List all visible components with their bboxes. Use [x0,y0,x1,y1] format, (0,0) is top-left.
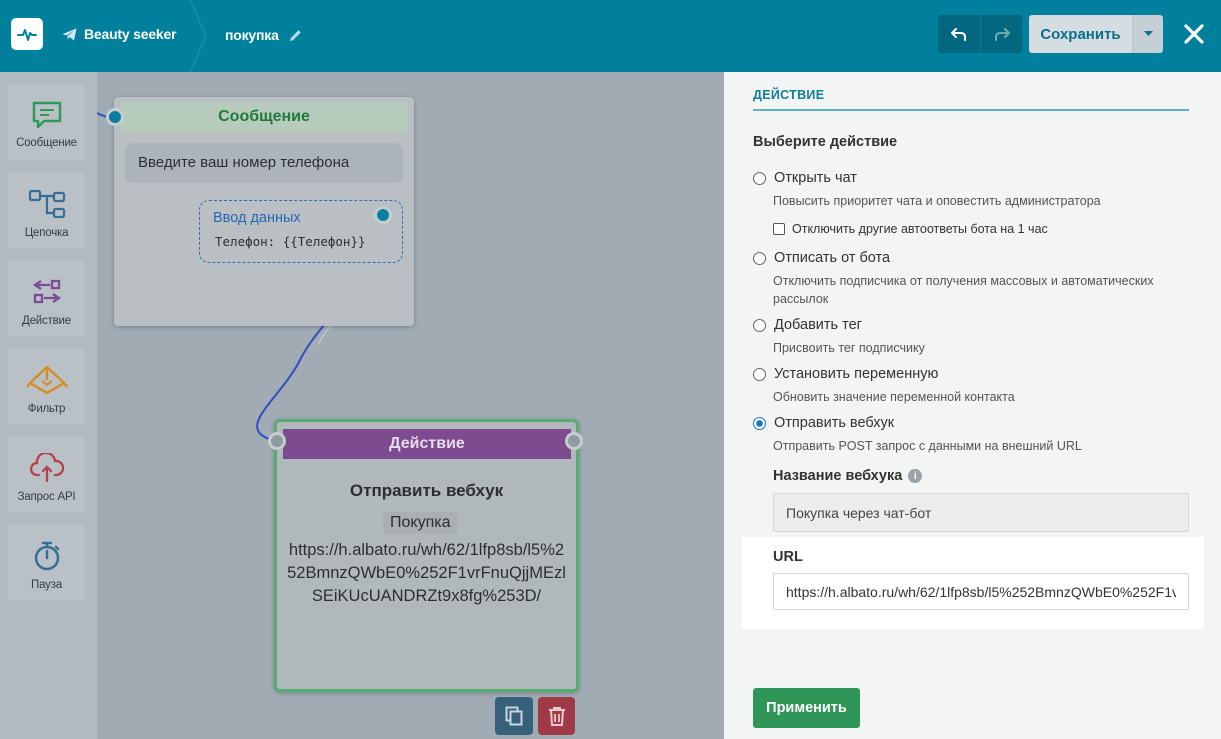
action-node-title: Действие [283,429,571,459]
action-node[interactable]: Действие Отправить вебхук Покупка https:… [274,419,579,692]
breadcrumb-flow[interactable]: покупка [225,27,302,43]
action-node-output-port[interactable] [565,432,583,450]
option-add-tag[interactable]: Добавить тег [753,317,862,333]
save-dropdown-button[interactable] [1132,15,1163,53]
action-node-action: Отправить вебхук [349,481,504,500]
checkbox-box[interactable] [773,223,785,235]
edit-pencil-icon[interactable] [289,29,302,42]
radio-add-tag[interactable] [753,318,766,332]
apply-button[interactable]: Применить [753,688,860,728]
option-label: Добавить тег [774,317,862,333]
option-send-webhook[interactable]: Отправить вебхук [753,415,894,431]
option-label: Установить переменную [774,366,939,382]
tool-label: Пауза [31,579,62,591]
chain-icon [28,189,65,219]
checkbox-label: Отключить другие автоответы бота на 1 ча… [792,222,1048,236]
bot-name: Beauty seeker [84,26,177,42]
copy-icon [505,706,523,726]
option-label: Отправить вебхук [774,415,895,431]
undo-icon [951,28,966,41]
radio-send-webhook[interactable] [753,416,766,430]
tool-label: Запрос API [17,491,76,503]
input-data-block[interactable]: Ввод данных Телефон: {{Телефон}} [199,200,403,263]
option-label: Открыть чат [774,170,857,186]
close-icon[interactable] [1182,22,1206,46]
disable-autoreply-checkbox[interactable]: Отключить другие автоответы бота на 1 ча… [773,222,1048,236]
tool-filter[interactable]: Фильтр [7,346,86,426]
undo-button[interactable] [938,15,980,53]
option-description: Повысить приоритет чата и оповестить адм… [773,194,1101,208]
radio-open-chat[interactable] [753,171,766,185]
action-node-input-port[interactable] [268,432,286,450]
url-field-group: URL [742,537,1204,629]
action-settings-panel: ДЕЙСТВИЕ Выберите действие Открыть чат П… [724,72,1221,739]
node-toolbox: Сообщение Цепочка Действие Фильтр Запрос… [0,72,97,739]
option-description: Присвоить тег подписчику [773,341,925,355]
flow-editor: Beauty seeker покупка Сохранить Сообщени… [0,0,1221,739]
message-node-input-port[interactable] [106,108,124,126]
top-bar: Beauty seeker покупка Сохранить [0,0,1221,72]
radio-unsubscribe[interactable] [753,251,766,265]
redo-icon [994,28,1010,41]
save-button[interactable]: Сохранить [1029,15,1132,53]
input-data-title: Ввод данных [213,210,301,226]
filter-icon [25,365,68,395]
telegram-icon [62,28,77,40]
webhook-name-label-text: Название вебхука [773,468,903,484]
webhook-name-input[interactable] [773,493,1189,532]
action-node-tag: Покупка [383,512,458,534]
url-input[interactable] [773,573,1189,610]
tool-label: Действие [22,315,71,327]
option-set-variable[interactable]: Установить переменную [753,366,938,382]
cloud-api-icon [29,453,64,483]
option-label: Отписать от бота [774,250,891,266]
tool-message[interactable]: Сообщение [7,82,86,162]
tool-label: Сообщение [16,137,77,149]
message-node-title: Сообщение [120,102,408,132]
option-description: Отправить POST запрос с данными на внешн… [773,439,1082,453]
option-description: Обновить значение переменной контакта [773,390,1015,404]
tab-action[interactable]: ДЕЙСТВИЕ [753,88,824,102]
url-label: URL [773,549,803,565]
option-description: Отключить подписчика от получения массов… [773,274,1154,306]
tool-chain[interactable]: Цепочка [7,170,86,250]
input-data-output-port[interactable] [374,206,392,224]
radio-set-variable[interactable] [753,367,766,381]
message-node-text[interactable]: Введите ваш номер телефона [125,143,403,183]
stopwatch-icon [34,541,59,571]
breadcrumb-separator [189,0,207,72]
caret-down-icon [1143,31,1153,36]
message-icon [32,101,61,129]
action-node-url: https://h.albato.ru/wh/62/1lfp8sb/l5%252… [287,541,566,605]
tool-label: Фильтр [27,403,66,415]
info-icon[interactable]: i [908,469,923,483]
choose-action-label: Выберите действие [753,134,898,150]
flow-name: покупка [225,27,279,43]
delete-node-button[interactable] [538,697,575,735]
webhook-name-label: Название вебхука i [773,468,923,484]
copy-node-button[interactable] [495,697,533,735]
tab-underline [753,109,1189,111]
message-node[interactable]: Сообщение Введите ваш номер телефона Вво… [114,97,414,326]
option-unsubscribe[interactable]: Отписать от бота [753,250,890,266]
redo-button[interactable] [981,15,1022,53]
action-icon [32,279,61,304]
option-open-chat[interactable]: Открыть чат [753,170,857,186]
tool-action[interactable]: Действие [7,258,86,338]
breadcrumb-bot[interactable]: Beauty seeker [62,26,177,42]
input-data-variable: Телефон: {{Телефон}} [215,234,366,249]
trash-icon [548,707,565,726]
tool-api-request[interactable]: Запрос API [7,434,86,514]
tool-label: Цепочка [24,227,69,239]
tool-pause[interactable]: Пауза [7,522,86,602]
app-logo-icon[interactable] [11,18,43,50]
